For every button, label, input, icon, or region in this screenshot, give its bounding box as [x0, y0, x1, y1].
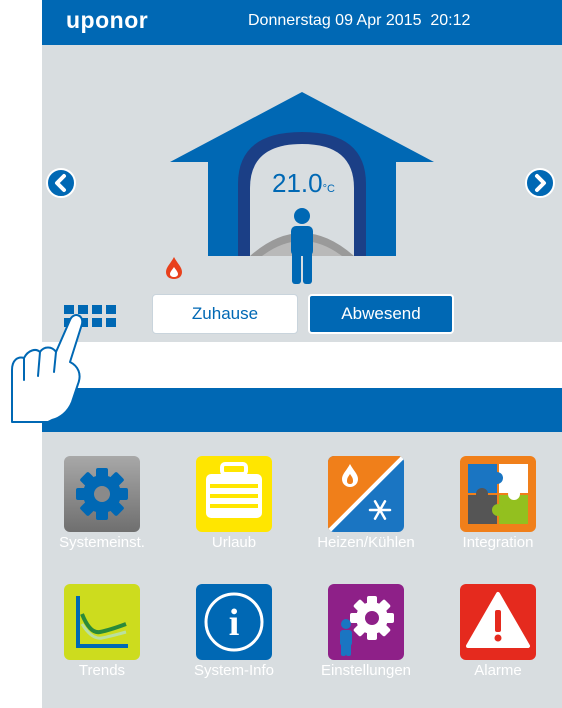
suitcase-icon: [206, 462, 262, 518]
svg-text:i: i: [229, 602, 240, 644]
puzzle-icon: [468, 464, 528, 524]
flame-icon: [166, 257, 182, 279]
heat-cool-tile-icon: [328, 456, 404, 532]
integration-tile-icon: [460, 456, 536, 532]
home-mode-button[interactable]: Zuhause: [152, 294, 298, 334]
menu-tile-label: Integration: [462, 534, 534, 551]
menu-tile-trends[interactable]: Trends: [42, 584, 162, 679]
menu-tile-label: Trends: [78, 662, 126, 679]
menu-tile-integration[interactable]: Integration: [438, 456, 558, 551]
chevron-right-icon: [535, 174, 546, 192]
trend-chart-icon: [76, 596, 128, 648]
menu-tile-system-settings[interactable]: Systemeinst.: [42, 456, 162, 551]
next-button[interactable]: [525, 168, 555, 198]
system-settings-tile-icon: [64, 456, 140, 532]
person-gear-icon: [340, 596, 394, 656]
menu-tile-label: Alarme: [474, 662, 522, 679]
menu-tile-label: Systemeinst.: [59, 534, 145, 551]
brand-logo: uponor: [66, 7, 149, 33]
warning-icon: [466, 592, 530, 648]
previous-button[interactable]: [46, 168, 76, 198]
info-icon: i: [204, 592, 264, 652]
settings-tile-icon: [328, 584, 404, 660]
system-info-tile-icon: i: [196, 584, 272, 660]
main-menu: Systemeinst. Urlaub Heizen/Kühlen Integr…: [42, 432, 562, 708]
header-bar: uponor Donnerstag 09 Apr 2015 20:12: [42, 0, 562, 45]
menu-tile-label: Heizen/Kühlen: [317, 534, 415, 551]
date-time: Donnerstag 09 Apr 2015 20:12: [248, 12, 471, 29]
menu-tile-system-info[interactable]: i System-Info: [174, 584, 294, 679]
trends-tile-icon: [64, 584, 140, 660]
menu-tile-settings[interactable]: Einstellungen: [306, 584, 426, 679]
chevron-left-icon: [55, 174, 66, 192]
pointing-hand-icon: [11, 314, 84, 423]
heat-cool-icon: [328, 456, 404, 532]
menu-header-bar: [42, 388, 562, 432]
temperature-unit: °C: [322, 183, 335, 195]
alarms-tile-icon: [460, 584, 536, 660]
home-screen: uponor Donnerstag 09 Apr 2015 20:12 21.0…: [42, 0, 562, 342]
menu-tile-label: Einstellungen: [320, 662, 412, 679]
away-mode-button[interactable]: Abwesend: [308, 294, 454, 334]
vacation-tile-icon: [196, 456, 272, 532]
temperature-value: 21.0: [272, 168, 323, 198]
menu-tile-label: Urlaub: [211, 534, 257, 551]
menu-tile-heat-cool[interactable]: Heizen/Kühlen: [306, 456, 426, 551]
menu-tile-vacation[interactable]: Urlaub: [174, 456, 294, 551]
gear-icon: [76, 468, 128, 520]
menu-tile-alarms[interactable]: Alarme: [438, 584, 558, 679]
menu-tile-label: System-Info: [193, 662, 275, 679]
room-temperature: 21.0°C: [272, 168, 335, 199]
